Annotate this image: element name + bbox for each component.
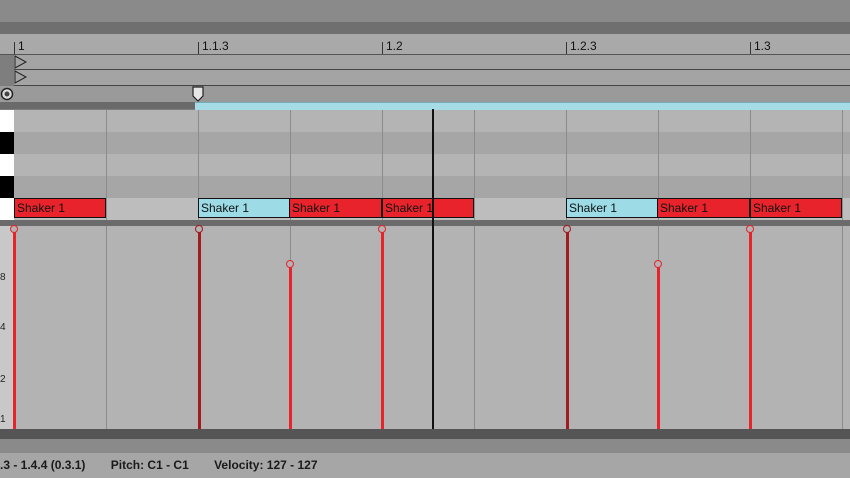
ruler-label-1-2: 1.2: [386, 39, 403, 53]
status-pitch: Pitch: C1 - C1: [110, 458, 189, 472]
status-velocity: Velocity: 127 - 127: [214, 458, 318, 472]
midi-note[interactable]: Shaker 1: [289, 198, 382, 218]
end-marker-icon[interactable]: [14, 70, 28, 85]
status-bar: .3 - 1.4.4 (0.3.1) Pitch: C1 - C1 Veloci…: [0, 453, 850, 478]
scrollbar-track[interactable]: [0, 429, 850, 439]
ruler-tick: [750, 42, 751, 54]
velocity-stem[interactable]: [657, 264, 660, 429]
velocity-handle[interactable]: [563, 225, 571, 233]
end-marker-lane[interactable]: [14, 70, 850, 86]
midi-note[interactable]: Shaker 1: [14, 198, 106, 218]
velocity-scale-label: 8: [0, 272, 6, 283]
velocity-scale-label: 1: [0, 414, 6, 425]
ruler-tick: [382, 42, 383, 54]
top-band: [0, 22, 850, 34]
grid-line: [474, 226, 475, 429]
midi-note[interactable]: Shaker 1: [382, 198, 474, 218]
playhead: [432, 109, 434, 429]
piano-key-black[interactable]: [0, 176, 14, 198]
velocity-handle[interactable]: [654, 260, 662, 268]
loop-brace-bar[interactable]: [195, 102, 850, 110]
start-marker-lane[interactable]: [14, 55, 850, 70]
velocity-stem[interactable]: [13, 228, 16, 429]
top-bar: [0, 0, 850, 34]
record-icon[interactable]: [0, 87, 14, 101]
velocity-handle[interactable]: [746, 225, 754, 233]
ruler-label-1-3: 1.3: [754, 39, 771, 53]
loop-marker-icon[interactable]: [191, 86, 205, 103]
velocity-handle[interactable]: [378, 225, 386, 233]
grid-line: [474, 110, 475, 220]
scroll-area[interactable]: [0, 439, 850, 453]
ruler-label-1-1-3: 1.1.3: [202, 39, 229, 53]
velocity-stem[interactable]: [749, 228, 752, 429]
start-marker-icon[interactable]: [14, 55, 28, 69]
beat-time-ruler[interactable]: 1 1.1.3 1.2 1.2.3 1.3: [0, 34, 850, 55]
velocity-stem[interactable]: [566, 228, 569, 429]
grid-line: [842, 110, 843, 220]
velocity-handle[interactable]: [10, 225, 18, 233]
velocity-handle[interactable]: [286, 260, 294, 268]
grid-line: [106, 110, 107, 220]
velocity-scale-label: 2: [0, 374, 6, 385]
grid-line: [106, 226, 107, 429]
piano-key-white[interactable]: [0, 154, 14, 177]
ruler-tick: [198, 42, 199, 54]
piano-key-black[interactable]: [0, 132, 14, 154]
piano-key-white[interactable]: [0, 198, 14, 220]
ruler-tick: [14, 42, 15, 54]
velocity-stem[interactable]: [198, 228, 201, 429]
midi-note[interactable]: Shaker 1: [657, 198, 750, 218]
velocity-handle[interactable]: [195, 225, 203, 233]
status-time-range: .3 - 1.4.4 (0.3.1): [0, 458, 86, 472]
velocity-scale-label: 4: [0, 322, 6, 333]
velocity-stem[interactable]: [289, 264, 292, 429]
piano-keys[interactable]: [0, 110, 14, 220]
ruler-label-1: 1: [18, 39, 25, 53]
piano-key-white[interactable]: [0, 110, 14, 133]
grid-line: [842, 226, 843, 429]
midi-note-selected[interactable]: Shaker 1: [198, 198, 290, 218]
ruler-tick: [566, 42, 567, 54]
loop-brace-row[interactable]: [0, 86, 850, 103]
ruler-label-1-2-3: 1.2.3: [570, 39, 597, 53]
midi-note-selected[interactable]: Shaker 1: [566, 198, 658, 218]
loop-brace-inactive: [0, 102, 195, 109]
midi-note[interactable]: Shaker 1: [750, 198, 842, 218]
velocity-stem[interactable]: [381, 228, 384, 429]
